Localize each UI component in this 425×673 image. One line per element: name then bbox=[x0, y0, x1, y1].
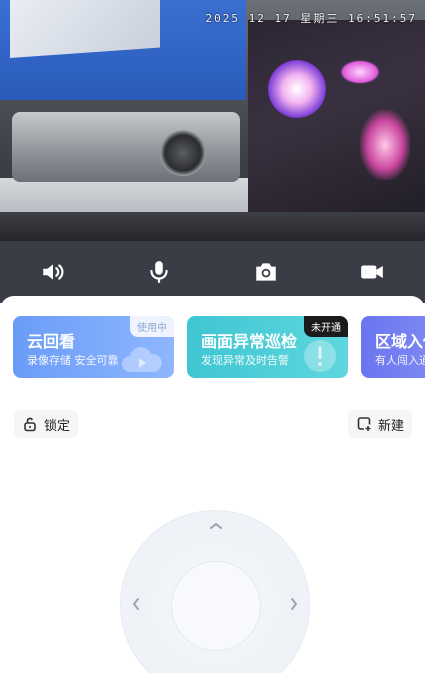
card-subtitle: 有人闯入通 bbox=[375, 354, 425, 367]
card-subtitle: 录像存储 安全可靠 bbox=[27, 354, 119, 367]
speaker-icon bbox=[43, 264, 64, 280]
chevron-left-icon bbox=[133, 598, 139, 610]
video-floor bbox=[0, 212, 425, 241]
card-title: 画面异常巡检 bbox=[201, 332, 298, 351]
cloud-play-icon bbox=[122, 347, 162, 372]
unlock-icon bbox=[24, 417, 36, 432]
video-timestamp: 2025 12 17 星期三 16:51:57 bbox=[205, 12, 417, 25]
ptz-left-button[interactable] bbox=[125, 593, 147, 615]
status-badge: 使用中 bbox=[130, 316, 174, 337]
lock-button[interactable]: 锁定 bbox=[14, 410, 79, 438]
add-icon bbox=[357, 417, 371, 431]
card-subtitle: 发现异常及时告警 bbox=[201, 354, 289, 367]
cloud-playback-card[interactable]: 云回看 录像存储 安全可靠 使用中 bbox=[13, 316, 174, 378]
snapshot-button[interactable] bbox=[236, 250, 296, 294]
card-title: 区域入侵 bbox=[375, 332, 425, 351]
video-rgb-glow bbox=[360, 110, 410, 180]
camera-icon bbox=[255, 263, 276, 281]
control-toolbar bbox=[0, 241, 425, 303]
record-button[interactable] bbox=[342, 250, 402, 294]
chevron-up-icon bbox=[210, 523, 222, 529]
video-rgb-glow bbox=[340, 60, 380, 84]
video-projector-lens bbox=[160, 130, 206, 176]
service-cards: 云回看 录像存储 安全可靠 使用中 画面异常巡检 发现异常及时告警 未开通 区域… bbox=[0, 316, 425, 378]
live-video-view[interactable]: 2025 12 17 星期三 16:51:57 bbox=[0, 0, 425, 241]
anomaly-inspection-card[interactable]: 画面异常巡检 发现异常及时告警 未开通 bbox=[187, 316, 348, 378]
video-monitor-screen bbox=[10, 0, 160, 58]
video-projector bbox=[12, 112, 240, 182]
microphone-button[interactable] bbox=[129, 250, 189, 294]
alert-icon bbox=[304, 340, 336, 372]
ptz-center bbox=[171, 561, 261, 651]
ptz-right-button[interactable] bbox=[283, 593, 305, 615]
chevron-right-icon bbox=[291, 598, 297, 610]
area-intrusion-card[interactable]: 区域入侵 有人闯入通 bbox=[361, 316, 425, 378]
new-label: 新建 bbox=[377, 418, 404, 434]
video-record-icon bbox=[361, 265, 383, 279]
video-rgb-fan bbox=[268, 60, 326, 118]
status-badge: 未开通 bbox=[304, 316, 348, 337]
new-preset-button[interactable]: 新建 bbox=[347, 410, 412, 438]
lock-label: 锁定 bbox=[44, 418, 71, 434]
speaker-button[interactable] bbox=[23, 250, 83, 294]
microphone-icon bbox=[150, 261, 169, 283]
ptz-up-button[interactable] bbox=[205, 515, 227, 537]
card-title: 云回看 bbox=[27, 332, 76, 351]
